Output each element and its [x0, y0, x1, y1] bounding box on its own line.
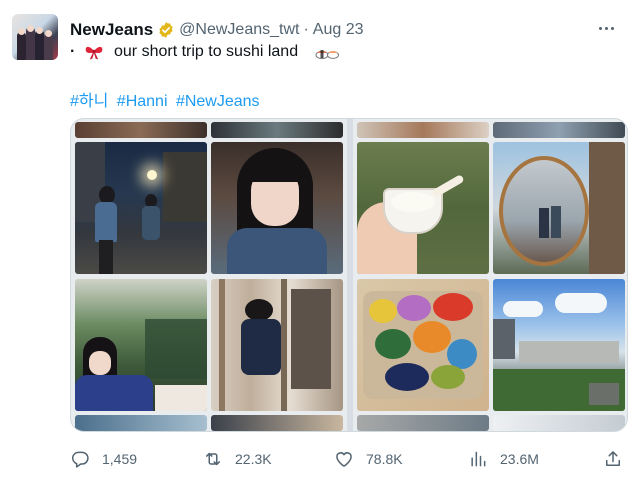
views-button[interactable]: 23.6M — [468, 446, 539, 472]
more-dot — [599, 27, 602, 30]
photo-bottom-strip — [75, 415, 207, 431]
avatar-figure — [35, 30, 44, 60]
share-button[interactable] — [603, 446, 635, 472]
reply-button[interactable]: 1,459 — [70, 446, 137, 472]
avatar-figure — [44, 33, 53, 60]
retweet-icon — [206, 452, 220, 466]
author-handle[interactable]: @NewJeans_twt — [179, 21, 299, 39]
photo-ice-cream — [357, 142, 489, 274]
ribbon-emoji — [85, 46, 103, 60]
photo-top-strip — [493, 122, 625, 138]
photo-top-strip — [357, 122, 489, 138]
photo-night-street — [75, 142, 207, 274]
more-dot — [611, 27, 614, 30]
verified-badge-icon[interactable] — [157, 21, 175, 39]
reply-icon — [71, 451, 89, 468]
tweet-body: our short trip to sushi land — [114, 43, 299, 60]
sushi-emoji — [315, 50, 340, 60]
tweet-header: NewJeans @NewJeans_twt · Aug 23 — [70, 19, 364, 41]
photo-paint-palette — [357, 279, 489, 411]
share-icon — [606, 451, 620, 466]
hashtag-link[interactable]: #하니 — [70, 93, 108, 110]
avatar-face — [18, 28, 25, 35]
author-name[interactable]: NewJeans — [70, 20, 153, 40]
photo-top-strip — [75, 122, 207, 138]
photo-bottom-strip — [493, 415, 625, 431]
avatar-face — [36, 27, 43, 34]
photo-selfie — [211, 142, 343, 274]
avatar[interactable] — [12, 14, 58, 60]
tweet-actions: 1,459 22.3K 78.8K 23.6M — [0, 446, 640, 472]
avatar-face — [27, 25, 34, 32]
media-image-left[interactable] — [71, 119, 347, 431]
photo-bottom-strip — [211, 415, 343, 431]
hashtag-link[interactable]: #Hanni — [117, 93, 168, 110]
photo-bottom-strip — [357, 415, 489, 431]
retweet-count: 22.3K — [235, 451, 272, 467]
photo-top-strip — [211, 122, 343, 138]
tweet-bullet: · — [70, 43, 76, 60]
more-dot — [605, 27, 608, 30]
photo-canal — [75, 279, 207, 411]
hashtag-link[interactable]: #NewJeans — [176, 93, 260, 110]
like-count: 78.8K — [366, 451, 403, 467]
more-options-icon[interactable] — [598, 22, 616, 36]
photo-fitting-room — [211, 279, 343, 411]
like-button[interactable]: 78.8K — [334, 446, 403, 472]
tweet-date[interactable]: Aug 23 — [313, 21, 364, 39]
views-count: 23.6M — [500, 451, 539, 467]
reply-count: 1,459 — [102, 451, 138, 467]
avatar-figure — [17, 32, 26, 60]
tweet-text: · our short trip to sushi land — [70, 43, 340, 61]
hashtags: #하니 #Hanni #NewJeans — [70, 87, 264, 111]
photo-street-mirror — [493, 142, 625, 274]
header-separator: · — [303, 21, 309, 38]
media-image-right[interactable] — [353, 119, 627, 431]
avatar-face — [45, 30, 52, 37]
media-grid[interactable] — [70, 118, 628, 432]
heart-icon — [336, 452, 352, 467]
views-chart-icon — [471, 451, 486, 467]
retweet-button[interactable]: 22.3K — [203, 446, 272, 472]
photo-city-view — [493, 279, 625, 411]
